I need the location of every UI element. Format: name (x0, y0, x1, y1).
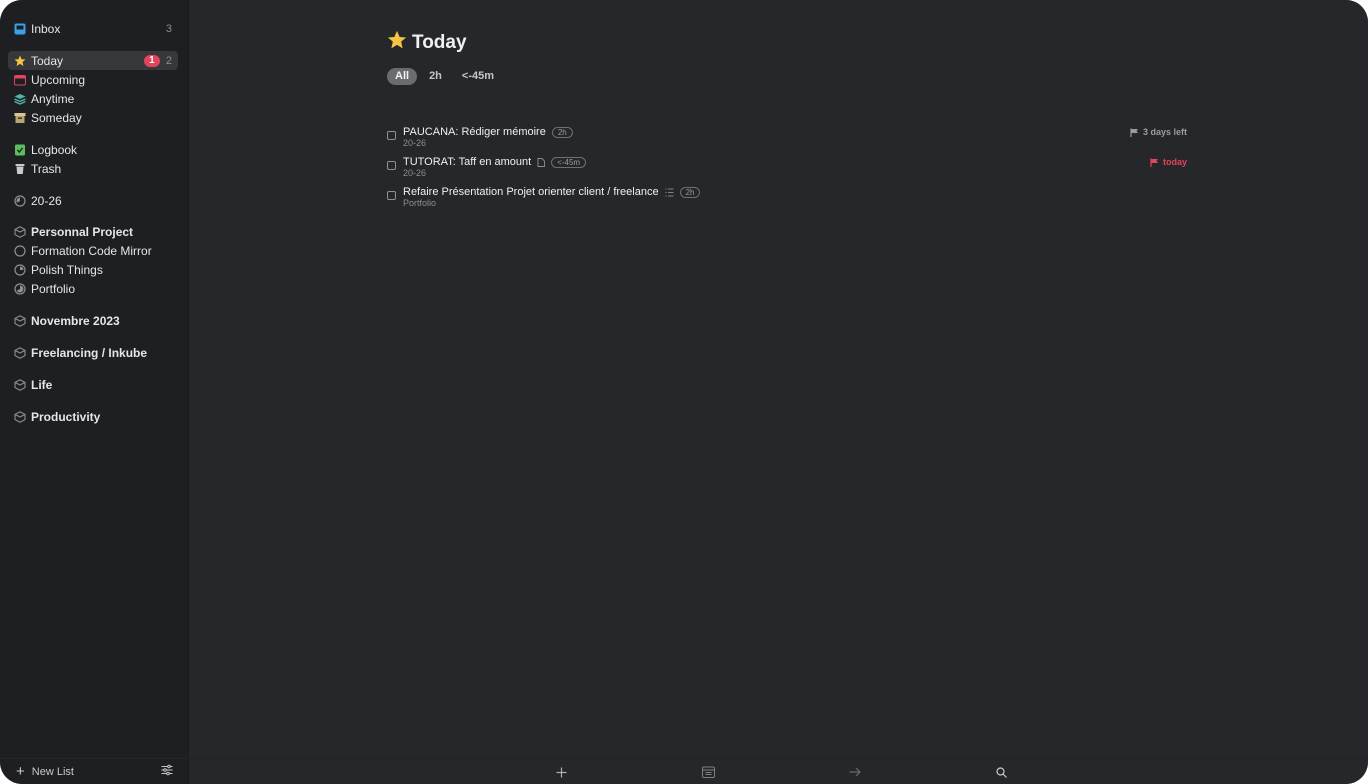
today-count: 2 (165, 54, 172, 67)
task-tag[interactable]: 2h (679, 186, 701, 198)
inbox-icon (14, 23, 26, 35)
sidebar: Inbox 3 Today 1 2 Upcoming Anytime Somed… (0, 0, 189, 784)
sidebar-item-project-polish-things[interactable]: Polish Things (8, 260, 178, 279)
task-title: TUTORAT: Taff en amount (403, 156, 532, 168)
sidebar-item-label: Someday (31, 110, 82, 125)
sidebar-item-label: Productivity (31, 409, 101, 424)
deadline-text: today (1162, 157, 1187, 167)
trash-icon (14, 163, 26, 175)
task-checkbox[interactable] (387, 131, 396, 140)
page-title-text: Today (412, 31, 467, 53)
area-cube-icon (14, 410, 26, 423)
flag-icon (1150, 158, 1158, 167)
checklist-icon (665, 188, 674, 197)
task-project: 20-26 (403, 138, 427, 148)
sidebar-item-someday[interactable]: Someday (8, 108, 178, 127)
page-title: Today (387, 30, 467, 55)
progress-pie-icon (14, 194, 26, 207)
sidebar-item-label: Trash (31, 161, 62, 176)
task-row[interactable]: PAUCANA: Rédiger mémoire 2h 20-26 3 days… (387, 126, 1187, 155)
calendar-icon (14, 74, 26, 86)
notes-icon (537, 157, 546, 167)
plus-icon[interactable]: + (16, 764, 25, 779)
main-content: Today All 2h <-45m PAUCANA: Rédiger mémo… (189, 0, 1368, 784)
task-project: Portfolio (403, 198, 437, 208)
filter-2h[interactable]: 2h (421, 68, 450, 85)
task-title-line: PAUCANA: Rédiger mémoire 2h (403, 126, 573, 138)
task-row[interactable]: Refaire Présentation Projet orienter cli… (387, 186, 1187, 215)
sidebar-item-area-freelancing-inkube[interactable]: Freelancing / Inkube (8, 343, 178, 362)
sidebar-item-project-formation-code-mirror[interactable]: Formation Code Mirror (8, 241, 178, 260)
sidebar-item-trash[interactable]: Trash (8, 159, 178, 178)
progress-pie-icon (14, 263, 26, 276)
task-project: 20-26 (403, 168, 427, 178)
sidebar-item-label: Personnal Project (31, 224, 134, 239)
calendar-icon[interactable] (701, 765, 715, 779)
sidebar-item-label: Freelancing / Inkube (31, 345, 148, 360)
tag-filter-bar: All 2h <-45m (387, 68, 502, 85)
sidebar-item-upcoming[interactable]: Upcoming (8, 70, 178, 89)
task-title: Refaire Présentation Projet orienter cli… (403, 186, 659, 198)
filter-settings-icon[interactable] (161, 764, 173, 779)
task-deadline: 3 days left (1130, 127, 1187, 137)
sidebar-item-label: Polish Things (31, 262, 103, 277)
task-title: PAUCANA: Rédiger mémoire (403, 126, 546, 138)
sidebar-item-label: Novembre 2023 (31, 313, 120, 328)
sidebar-item-label: 20-26 (31, 193, 62, 208)
sidebar-item-area-20-26[interactable]: 20-26 (8, 191, 178, 210)
sidebar-item-inbox[interactable]: Inbox 3 (8, 19, 178, 38)
new-list-button[interactable]: New List (32, 766, 74, 778)
sidebar-item-label: Formation Code Mirror (31, 243, 152, 258)
flag-icon (1130, 128, 1138, 137)
sidebar-item-anytime[interactable]: Anytime (8, 89, 178, 108)
layers-icon (14, 93, 26, 105)
task-tag[interactable]: 2h (551, 126, 573, 138)
task-checkbox[interactable] (387, 161, 396, 170)
task-title-line: Refaire Présentation Projet orienter cli… (403, 186, 701, 198)
sidebar-item-label: Today (31, 53, 64, 68)
star-icon (14, 55, 26, 67)
area-cube-icon (14, 346, 26, 359)
sidebar-item-label: Portfolio (31, 281, 76, 296)
task-title-line: TUTORAT: Taff en amount <-45m (403, 156, 587, 168)
sidebar-item-label: Logbook (31, 142, 78, 157)
progress-pie-icon (14, 282, 26, 295)
bottom-toolbar (189, 758, 1368, 784)
sidebar-item-label: Upcoming (31, 72, 86, 87)
sidebar-item-area-life[interactable]: Life (8, 375, 178, 394)
filter-all[interactable]: All (387, 68, 418, 85)
sidebar-footer: + New List (0, 758, 189, 784)
sidebar-item-label: Life (31, 377, 53, 392)
area-cube-icon (14, 378, 26, 391)
archive-box-icon (14, 112, 26, 124)
sidebar-item-logbook[interactable]: Logbook (8, 140, 178, 159)
sidebar-item-label: Anytime (31, 91, 75, 106)
plus-icon[interactable] (554, 765, 568, 779)
star-icon (387, 30, 407, 55)
task-tag[interactable]: <-45m (551, 156, 587, 168)
task-deadline: today (1150, 157, 1187, 167)
progress-circle-icon (14, 244, 26, 257)
sidebar-item-label: Inbox (31, 21, 61, 36)
task-checkbox[interactable] (387, 191, 396, 200)
logbook-icon (14, 144, 26, 156)
arrow-right-icon[interactable] (848, 765, 862, 779)
app-window: Inbox 3 Today 1 2 Upcoming Anytime Somed… (0, 0, 1368, 784)
sidebar-item-area-novembre-2023[interactable]: Novembre 2023 (8, 311, 178, 330)
filter-under-45m[interactable]: <-45m (454, 68, 502, 85)
sidebar-item-area-personnal-project[interactable]: Personnal Project (8, 222, 178, 241)
area-cube-icon (14, 314, 26, 327)
deadline-text: 3 days left (1142, 127, 1187, 137)
inbox-count: 3 (165, 22, 172, 35)
search-icon[interactable] (994, 765, 1008, 779)
sidebar-item-area-productivity[interactable]: Productivity (8, 407, 178, 426)
task-row[interactable]: TUTORAT: Taff en amount <-45m 20-26 toda… (387, 156, 1187, 185)
overdue-badge: 1 (143, 54, 160, 67)
sidebar-item-project-portfolio[interactable]: Portfolio (8, 279, 178, 298)
area-cube-icon (14, 225, 26, 238)
sidebar-item-today[interactable]: Today 1 2 (8, 51, 178, 70)
